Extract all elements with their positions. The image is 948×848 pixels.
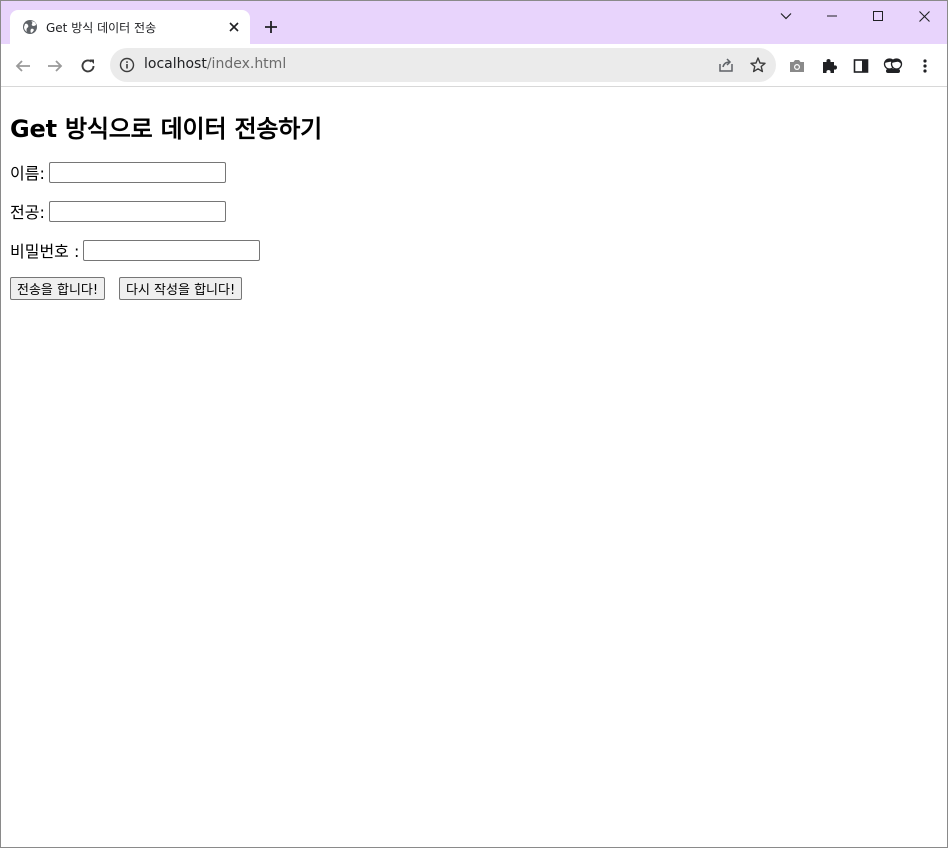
star-icon[interactable] [749, 56, 767, 74]
password-row: 비밀번호 : [10, 238, 261, 262]
address-bar[interactable]: localhost/index.html [110, 48, 776, 82]
reload-icon[interactable] [75, 53, 101, 79]
toolbar: localhost/index.html [1, 44, 947, 87]
major-row: 전공: [10, 199, 226, 223]
password-label: 비밀번호 : [10, 242, 80, 261]
plus-icon[interactable] [259, 15, 283, 39]
window-close-icon[interactable] [901, 1, 947, 31]
chevron-down-icon[interactable] [763, 1, 809, 31]
maximize-icon[interactable] [855, 1, 901, 31]
name-label: 이름: [10, 164, 45, 183]
browser-window: Get 방식 데이터 전송 localhost/index.html Get 방… [0, 0, 948, 848]
submit-button[interactable]: 전송을 합니다! [10, 277, 106, 300]
camera-icon[interactable] [784, 53, 810, 79]
tab-title: Get 방식 데이터 전송 [46, 21, 157, 35]
page-content: Get 방식으로 데이터 전송하기 이름: 전공: 비밀번호 : 전송을 합니다… [1, 87, 947, 847]
menu-icon[interactable] [912, 53, 938, 79]
side-panel-icon[interactable] [848, 53, 874, 79]
profile-icon[interactable] [880, 53, 906, 79]
major-label: 전공: [10, 203, 45, 222]
password-input[interactable] [83, 239, 261, 261]
name-row: 이름: [10, 160, 226, 184]
url-host: localhost [144, 56, 207, 72]
back-icon[interactable] [10, 53, 36, 79]
minimize-icon[interactable] [809, 1, 855, 31]
share-icon[interactable] [717, 56, 735, 74]
browser-tab[interactable]: Get 방식 데이터 전송 [10, 10, 250, 44]
major-input[interactable] [48, 200, 226, 222]
reset-button[interactable]: 다시 작성을 합니다! [119, 277, 243, 300]
url-text[interactable]: localhost/index.html [144, 56, 286, 72]
tab-strip: Get 방식 데이터 전송 [1, 1, 947, 44]
info-icon[interactable] [119, 57, 135, 73]
page-title: Get 방식으로 데이터 전송하기 [10, 115, 322, 143]
close-icon[interactable] [226, 19, 242, 35]
url-path: /index.html [206, 56, 287, 72]
forward-icon[interactable] [42, 53, 68, 79]
globe-icon [22, 19, 38, 35]
name-input[interactable] [48, 161, 226, 183]
extension-icon[interactable] [816, 53, 842, 79]
